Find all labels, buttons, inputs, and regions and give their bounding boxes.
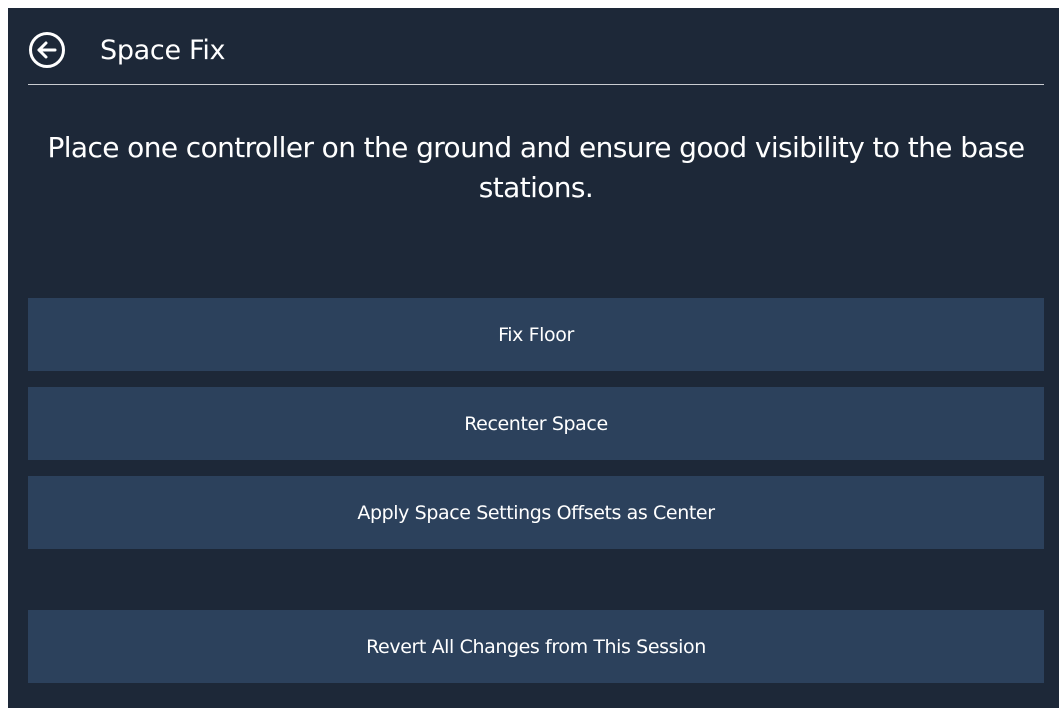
header: Space Fix [28,22,226,78]
header-divider [28,84,1044,85]
apply-offsets-button[interactable]: Apply Space Settings Offsets as Center [28,476,1044,549]
fix-floor-button[interactable]: Fix Floor [28,298,1044,371]
page-title: Space Fix [100,34,226,66]
back-button[interactable] [28,31,66,69]
space-fix-panel: Space Fix Place one controller on the gr… [8,8,1059,708]
arrow-left-circle-icon [29,32,65,68]
revert-changes-button[interactable]: Revert All Changes from This Session [28,610,1044,683]
instruction-text: Place one controller on the ground and e… [47,131,1025,204]
recenter-space-button[interactable]: Recenter Space [28,387,1044,460]
